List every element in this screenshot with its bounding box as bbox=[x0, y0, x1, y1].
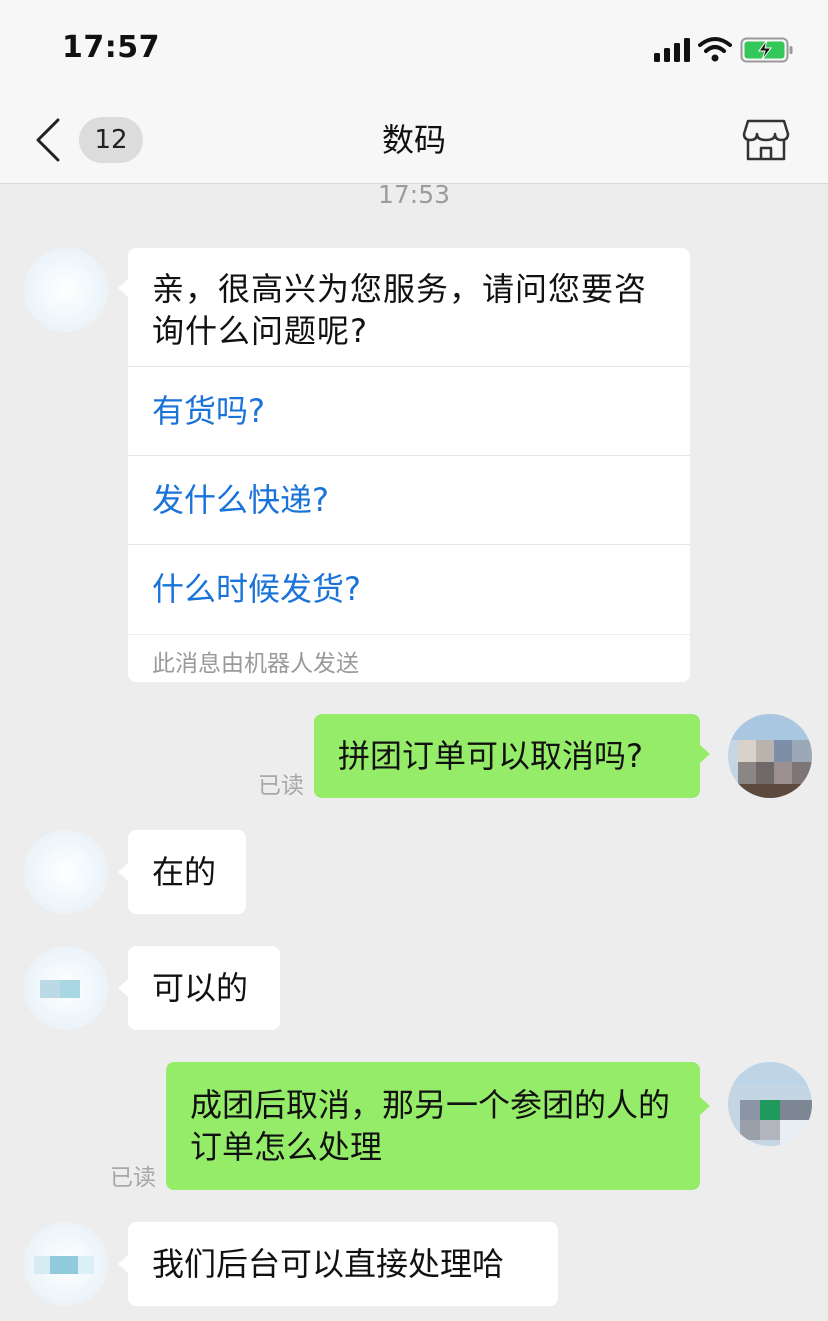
wifi-icon bbox=[698, 37, 732, 62]
message-bubble[interactable]: 成团后取消，那另一个参团的人的订单怎么处理 bbox=[166, 1062, 700, 1190]
message-bubble[interactable]: 可以的 bbox=[128, 946, 280, 1030]
quick-option-in-stock[interactable]: 有货吗? bbox=[128, 366, 690, 455]
bubble-tail bbox=[700, 1097, 710, 1115]
bubble-tail bbox=[118, 863, 128, 881]
message-bubble[interactable]: 我们后台可以直接处理哈 bbox=[128, 1222, 558, 1306]
shop-avatar[interactable] bbox=[24, 946, 108, 1030]
robot-message-card: 亲，很高兴为您服务，请问您要咨询什么问题呢? 有货吗? 发什么快递? 什么时候发… bbox=[128, 248, 690, 682]
quick-option-courier[interactable]: 发什么快递? bbox=[128, 455, 690, 544]
nav-bar: 数码 12 bbox=[0, 96, 828, 184]
quick-option-ship-time[interactable]: 什么时候发货? bbox=[128, 544, 690, 633]
message-bubble[interactable]: 在的 bbox=[128, 830, 246, 914]
battery-charging-icon bbox=[740, 37, 793, 63]
card-divider bbox=[128, 634, 690, 635]
status-bar: 17:57 bbox=[0, 0, 828, 96]
shop-avatar[interactable] bbox=[24, 830, 108, 914]
store-icon[interactable] bbox=[742, 118, 790, 162]
read-status: 已读 bbox=[110, 1165, 156, 1191]
chevron-left-icon[interactable] bbox=[30, 118, 66, 162]
read-status: 已读 bbox=[258, 773, 304, 799]
bubble-tail bbox=[700, 745, 710, 763]
bubble-tail bbox=[118, 979, 128, 997]
bubble-tail bbox=[118, 1255, 128, 1273]
robot-footer-note: 此消息由机器人发送 bbox=[152, 651, 359, 677]
message-bubble[interactable]: 拼团订单可以取消吗? bbox=[314, 714, 700, 798]
user-avatar[interactable] bbox=[728, 714, 812, 798]
robot-message-text: 亲，很高兴为您服务，请问您要咨询什么问题呢? bbox=[152, 270, 648, 350]
signal-icon bbox=[654, 38, 690, 62]
user-avatar[interactable] bbox=[728, 1062, 812, 1146]
shop-avatar[interactable] bbox=[24, 1222, 108, 1306]
status-time: 17:57 bbox=[62, 30, 160, 65]
bubble-tail bbox=[118, 279, 128, 297]
unread-count-badge[interactable]: 12 bbox=[79, 117, 143, 163]
chat-timestamp: 17:53 bbox=[377, 180, 451, 209]
shop-avatar[interactable] bbox=[24, 248, 108, 332]
